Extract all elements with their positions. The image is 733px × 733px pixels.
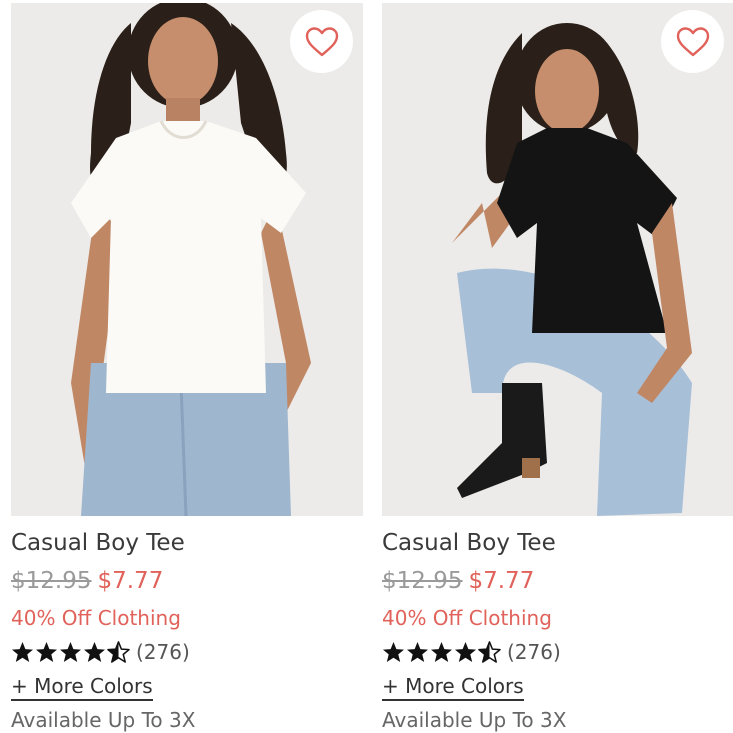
rating[interactable]: (276) <box>11 640 190 664</box>
product-card[interactable]: Casual Boy Tee $12.95 $7.77 40% Off Cloth… <box>11 0 363 733</box>
product-name[interactable]: Casual Boy Tee <box>11 530 185 556</box>
availability-text: Available Up To 3X <box>382 708 567 732</box>
product-image[interactable] <box>382 3 733 516</box>
original-price: $12.95 <box>11 568 92 594</box>
star-full-icon <box>430 641 453 663</box>
price-block: $12.95 $7.77 <box>382 568 534 594</box>
product-card[interactable]: Casual Boy Tee $12.95 $7.77 40% Off Cloth… <box>382 0 733 733</box>
heart-icon <box>676 26 709 56</box>
original-price: $12.95 <box>382 568 463 594</box>
promo-text: 40% Off Clothing <box>11 606 181 630</box>
product-grid: Casual Boy Tee $12.95 $7.77 40% Off Cloth… <box>0 0 733 733</box>
review-count: (276) <box>507 640 561 664</box>
favorite-button[interactable] <box>661 10 724 73</box>
more-colors-link[interactable]: + More Colors <box>11 674 153 701</box>
star-half-icon <box>107 641 130 663</box>
rating[interactable]: (276) <box>382 640 561 664</box>
heart-icon <box>305 26 338 56</box>
star-full-icon <box>11 641 34 663</box>
star-full-icon <box>406 641 429 663</box>
star-full-icon <box>35 641 58 663</box>
review-count: (276) <box>136 640 190 664</box>
star-full-icon <box>454 641 477 663</box>
promo-text: 40% Off Clothing <box>382 606 552 630</box>
more-colors-link[interactable]: + More Colors <box>382 674 524 701</box>
star-full-icon <box>83 641 106 663</box>
sale-price: $7.77 <box>97 568 164 594</box>
price-block: $12.95 $7.77 <box>11 568 163 594</box>
star-rating <box>382 641 501 663</box>
star-full-icon <box>59 641 82 663</box>
star-rating <box>11 641 130 663</box>
product-name[interactable]: Casual Boy Tee <box>382 530 556 556</box>
star-full-icon <box>382 641 405 663</box>
sale-price: $7.77 <box>468 568 535 594</box>
star-half-icon <box>478 641 501 663</box>
product-image[interactable] <box>11 3 363 516</box>
favorite-button[interactable] <box>290 10 353 73</box>
availability-text: Available Up To 3X <box>11 708 196 732</box>
